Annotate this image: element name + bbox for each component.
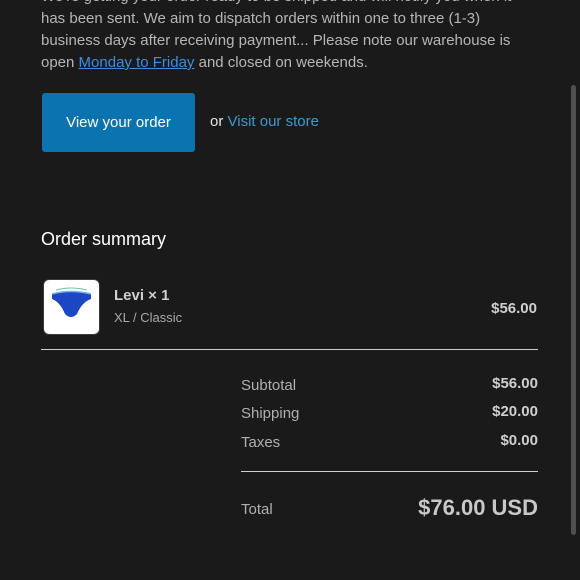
order-summary-title: Order summary <box>41 229 167 249</box>
intro-line-4: open Monday to Friday and closed on week… <box>41 52 541 74</box>
taxes-value: $0.00 <box>500 432 538 449</box>
subtotal-label: Subtotal <box>241 377 297 394</box>
item-price: $56.00 <box>491 300 537 317</box>
intro-line-3: business days after receiving payment...… <box>41 32 511 49</box>
item-name: Levi × 1 <box>114 287 170 304</box>
intro-line-1: We're getting your order ready to be shi… <box>41 0 541 8</box>
or-text: or <box>210 113 224 130</box>
total-divider <box>241 471 538 472</box>
subtotal-value: $56.00 <box>492 375 538 392</box>
order-status-message: We're getting your order ready to be shi… <box>41 0 541 74</box>
intro-line-4-suffix: and closed on weekends. <box>194 54 368 71</box>
briefs-product-image <box>43 279 100 335</box>
view-order-button[interactable]: View your order <box>42 93 195 152</box>
visit-store-link[interactable]: Visit our store <box>228 113 319 130</box>
intro-line-4-prefix: open <box>41 54 79 71</box>
summary-divider <box>41 349 538 350</box>
item-variant: XL / Classic <box>114 310 183 325</box>
store-link-row: or Visit our store <box>210 113 319 130</box>
business-days-link[interactable]: Monday to Friday <box>79 54 195 71</box>
vertical-scrollbar[interactable] <box>571 85 576 535</box>
intro-line-2: has been sent. We aim to dispatch orders… <box>41 10 481 27</box>
shipping-label: Shipping <box>241 405 300 422</box>
shipping-value: $20.00 <box>492 403 538 420</box>
taxes-label: Taxes <box>241 434 281 451</box>
total-value: $76.00 USD <box>418 495 538 520</box>
total-label: Total <box>241 501 273 518</box>
